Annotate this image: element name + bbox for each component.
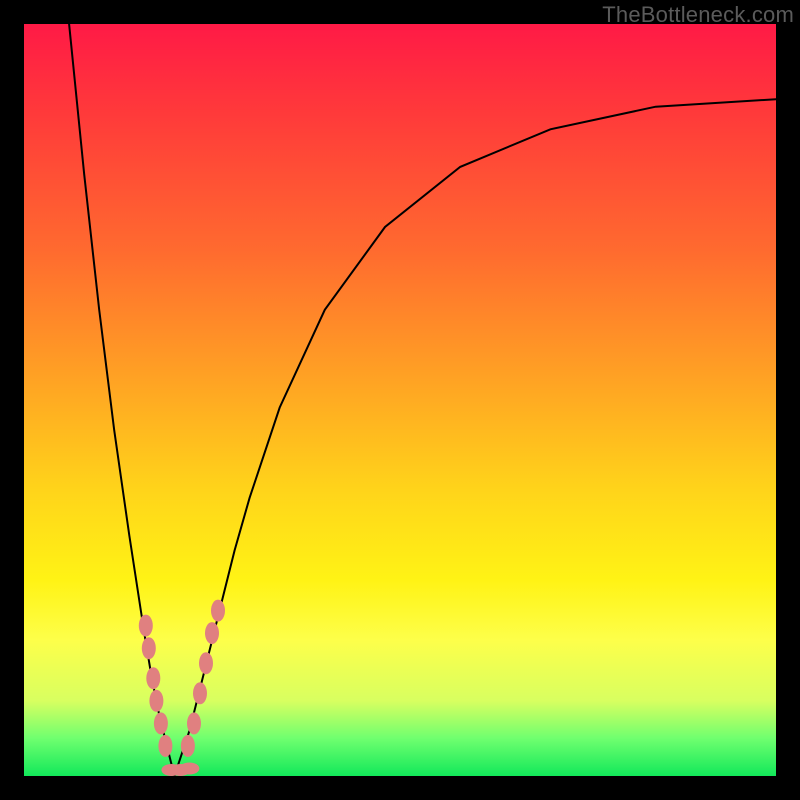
curve-right-branch: [174, 99, 776, 776]
bead: [179, 763, 199, 775]
bead: [154, 712, 168, 734]
curve-left-branch: [69, 24, 174, 776]
chart-overlay: [24, 24, 776, 776]
bead: [187, 712, 201, 734]
bead: [139, 615, 153, 637]
plot-area: [24, 24, 776, 776]
bead: [146, 667, 160, 689]
bead: [211, 600, 225, 622]
watermark-text: TheBottleneck.com: [602, 2, 794, 28]
bead: [158, 735, 172, 757]
data-beads: [139, 600, 225, 776]
bead: [205, 622, 219, 644]
bottleneck-curve: [69, 24, 776, 776]
bead: [181, 735, 195, 757]
chart-frame: TheBottleneck.com: [0, 0, 800, 800]
bead: [149, 690, 163, 712]
bead: [193, 682, 207, 704]
bead: [142, 637, 156, 659]
bead: [199, 652, 213, 674]
